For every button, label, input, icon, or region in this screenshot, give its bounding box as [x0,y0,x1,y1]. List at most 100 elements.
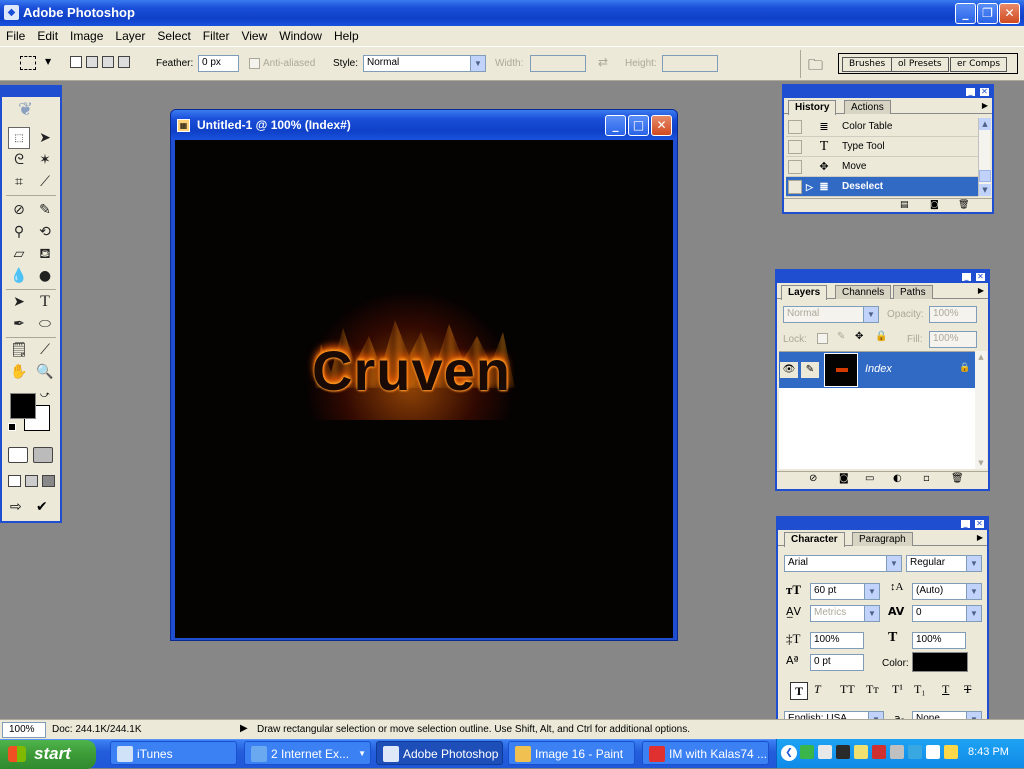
well-tab-brushes[interactable]: Brushes [842,57,893,72]
quick-mask-icon[interactable] [33,447,53,463]
path-selection-tool-icon[interactable]: ➤ [8,291,30,313]
menu-filter[interactable]: Filter [197,26,236,46]
vertical-scale-input[interactable]: 100% [810,632,864,649]
paint-bucket-tool-icon[interactable]: ⛾ [34,243,56,265]
jump-to-imageready-icon[interactable]: ⇨ [10,499,22,515]
zoom-field[interactable]: 100% [2,722,46,738]
document-minimize-button[interactable]: _ [605,115,626,136]
font-style-select[interactable]: Regular ▼ [906,555,982,572]
app-titlebar[interactable]: ◆ Adobe Photoshop _ ❐ ✕ [0,0,1024,26]
history-snapshot-checkbox[interactable] [788,120,802,134]
menu-help[interactable]: Help [328,26,365,46]
lock-all-icon[interactable]: 🔒 [875,331,887,342]
all-caps-button[interactable]: TT [840,682,855,697]
tab-channels[interactable]: Channels [835,285,892,299]
crop-tool-icon[interactable]: ⌗ [8,171,30,193]
tab-actions[interactable]: Actions [844,100,891,114]
layer-row[interactable]: 👁 ✎ Index 🔒 [779,352,975,388]
new-layer-icon[interactable]: ▫ [923,473,930,484]
horizontal-scale-input[interactable]: 100% [912,632,966,649]
well-tab-layer-comps[interactable]: er Comps [950,57,1008,72]
menu-window[interactable]: Window [273,26,328,46]
document-maximize-button[interactable]: □ [628,115,649,136]
feather-input[interactable]: 0 px [198,55,239,72]
preset-dropdown-arrow-icon[interactable]: ▼ [45,57,51,66]
tracking-select[interactable]: 0 ▼ [912,605,982,622]
width-input[interactable] [530,55,586,72]
start-button[interactable]: start [0,740,96,769]
faux-italic-button[interactable]: T [814,682,821,697]
tray-security-icon[interactable] [818,745,832,759]
eraser-tool-icon[interactable]: ▱ [8,243,30,265]
history-brush-tool-icon[interactable]: ⟲ [34,221,56,243]
screen-mode-standard-icon[interactable] [8,475,21,487]
brush-link-icon[interactable]: ✎ [801,362,819,378]
superscript-button[interactable]: T¹ [892,682,903,697]
scroll-up-icon[interactable]: ▲ [979,118,991,130]
faux-bold-button[interactable]: T [790,682,808,700]
tab-layers[interactable]: Layers [781,285,828,300]
status-menu-arrow-icon[interactable]: ▶ [240,723,248,734]
clock[interactable]: 8:43 PM [968,746,1009,758]
maximize-button[interactable]: ❐ [977,3,998,24]
blur-tool-icon[interactable]: 💧 [8,265,30,287]
screen-mode-full-icon[interactable] [42,475,55,487]
add-selection-icon[interactable] [86,56,98,68]
move-tool-icon[interactable]: ➤ [34,127,56,149]
swap-dimensions-icon[interactable]: ⇄ [598,55,608,69]
scroll-down-icon[interactable]: ▼ [975,457,987,469]
kerning-select[interactable]: Metrics ▼ [810,605,880,622]
type-tool-icon[interactable]: T [34,291,56,313]
taskbar-item-photoshop[interactable]: Adobe Photoshop [376,741,503,765]
small-caps-button[interactable]: Tт [866,682,879,697]
eyedropper-tool-icon[interactable]: ⟋ [34,339,56,361]
font-size-select[interactable]: 60 pt ▼ [810,583,880,600]
add-layer-mask-icon[interactable]: ◙ [839,473,849,484]
screen-mode-full-menu-icon[interactable] [25,475,38,487]
lock-transparency-icon[interactable] [817,333,828,344]
tray-antivirus-icon[interactable] [872,745,886,759]
layers-panel-titlebar[interactable]: _ ✕ [777,271,988,283]
tray-messenger-icon[interactable] [908,745,922,759]
panel-close-button[interactable]: ✕ [979,87,990,97]
marquee-preset-icon[interactable] [20,56,36,70]
new-selection-icon[interactable] [70,56,82,68]
underline-button[interactable]: T [942,682,949,697]
baseline-shift-input[interactable]: 0 pt [810,654,864,671]
history-snapshot-checkbox[interactable] [788,160,802,174]
history-item-selected[interactable]: ▷ ≣ Deselect [786,177,978,197]
subtract-selection-icon[interactable] [102,56,114,68]
visibility-eye-icon[interactable]: 👁 [780,362,798,378]
scroll-thumb[interactable] [979,170,991,182]
toolbox-titlebar[interactable] [2,87,60,97]
dodge-tool-icon[interactable]: ● [34,265,56,287]
history-snapshot-checkbox[interactable] [788,180,802,194]
menu-layer[interactable]: Layer [109,26,151,46]
character-panel-titlebar[interactable]: _ ✕ [778,518,987,530]
menu-view[interactable]: View [235,26,273,46]
tray-expand-icon[interactable]: ❮ [781,745,797,761]
history-panel-titlebar[interactable]: _ ✕ [784,86,992,98]
file-browser-icon[interactable]: 🗀 [808,55,823,80]
clone-stamp-tool-icon[interactable]: ⚲ [8,221,30,243]
lasso-tool-icon[interactable]: ᘓ [8,149,30,171]
subscript-button[interactable]: T₁ [914,682,926,697]
marquee-tool-icon[interactable]: ⬚ [8,127,30,149]
photoshop-feather-logo[interactable]: ❦ [18,99,33,120]
scroll-down-icon[interactable]: ▼ [979,184,991,196]
trash-icon[interactable]: 🗑 [958,200,969,210]
tray-itunes-icon[interactable] [926,745,940,759]
history-item[interactable]: T Type Tool [786,137,978,157]
panel-minimize-button[interactable]: _ [960,519,971,529]
link-layers-icon[interactable]: ⊘ [809,473,817,484]
intersect-selection-icon[interactable] [118,56,130,68]
panel-menu-arrow-icon[interactable]: ▶ [977,533,983,542]
foreground-color-swatch[interactable] [10,393,36,419]
lock-paint-icon[interactable]: ✎ [837,331,845,342]
leading-select[interactable]: (Auto) ▼ [912,583,982,600]
blend-mode-select[interactable]: Normal ▼ [783,306,879,323]
taskbar-item-paint[interactable]: Image 16 - Paint [508,741,635,765]
slice-tool-icon[interactable]: ⟋ [34,171,56,193]
style-select[interactable]: Normal ▼ [363,55,486,72]
new-group-icon[interactable]: ▭ [865,473,874,484]
